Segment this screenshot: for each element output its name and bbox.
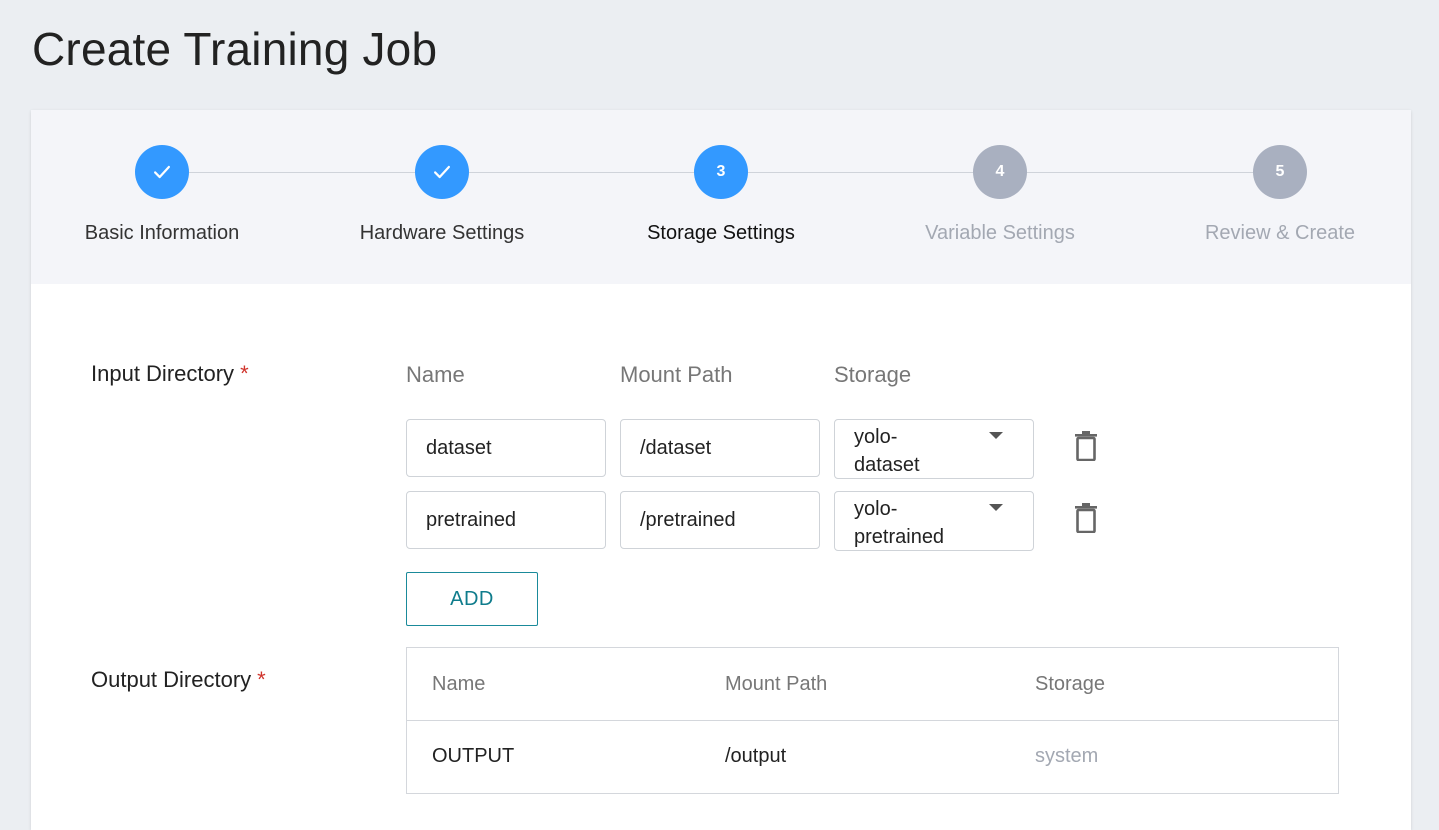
column-header-name: Name (432, 673, 486, 695)
input-name-field[interactable]: pretrained (406, 491, 606, 549)
input-storage-select[interactable]: yolo- pretrained (834, 491, 1034, 551)
form-card: Basic Information Hardware Settings 3 St… (31, 110, 1411, 830)
step-basic-information[interactable]: Basic Information (42, 145, 282, 245)
storage-select-value-line2: pretrained (854, 526, 945, 548)
step-label: Storage Settings (647, 222, 795, 244)
output-storage-cell: system (1035, 745, 1099, 767)
required-marker: * (257, 667, 266, 692)
add-input-directory-button[interactable]: ADD (406, 572, 538, 626)
step-label: Basic Information (84, 222, 240, 244)
output-directory-table: Name Mount Path Storage OUTPUT /output s… (406, 647, 1339, 794)
dropdown-arrow-icon (989, 504, 1003, 511)
output-directory-label: Output Directory * (91, 667, 266, 693)
column-header-name: Name (406, 362, 465, 387)
input-name-field[interactable]: dataset (406, 419, 606, 477)
input-mount-path-field[interactable]: /pretrained (620, 491, 820, 549)
input-storage-select[interactable]: yolo- dataset (834, 419, 1034, 479)
column-header-storage: Storage (834, 362, 912, 387)
step-number-badge: 4 (973, 145, 1027, 199)
required-marker: * (240, 361, 249, 386)
dropdown-arrow-icon (989, 432, 1003, 439)
input-directory-label-text: Input Directory (91, 361, 235, 386)
column-header-storage: Storage (1035, 673, 1106, 695)
input-mount-path-field[interactable]: /dataset (620, 419, 820, 477)
step-storage-settings[interactable]: 3 Storage Settings (601, 145, 841, 245)
input-directory-label: Input Directory * (91, 361, 249, 387)
step-label: Review & Create (1204, 222, 1356, 244)
step-variable-settings[interactable]: 4 Variable Settings (880, 145, 1120, 245)
column-header-mount-path: Mount Path (725, 673, 828, 695)
table-header-row: Name Mount Path Storage (407, 648, 1338, 721)
step-number-badge: 3 (694, 145, 748, 199)
column-header-mount-path: Mount Path (620, 362, 733, 387)
page-title: Create Training Job (32, 23, 438, 75)
storage-select-value-line1: yolo- (854, 498, 898, 520)
output-name-cell: OUTPUT (432, 745, 515, 767)
stepper: Basic Information Hardware Settings 3 St… (31, 110, 1411, 284)
step-review-create[interactable]: 5 Review & Create (1160, 145, 1400, 245)
step-1-check-icon (135, 145, 189, 199)
step-number-badge: 5 (1253, 145, 1307, 199)
storage-select-value-line1: yolo- (854, 426, 898, 448)
output-mount-path-cell: /output (725, 745, 787, 767)
step-label: Variable Settings (925, 222, 1075, 244)
step-2-check-icon (415, 145, 469, 199)
output-directory-label-text: Output Directory (91, 667, 252, 692)
step-label: Hardware Settings (359, 222, 525, 244)
storage-select-value-line2: dataset (854, 454, 920, 476)
step-hardware-settings[interactable]: Hardware Settings (322, 145, 562, 245)
delete-icon[interactable] (1074, 431, 1098, 461)
delete-icon[interactable] (1074, 503, 1098, 533)
